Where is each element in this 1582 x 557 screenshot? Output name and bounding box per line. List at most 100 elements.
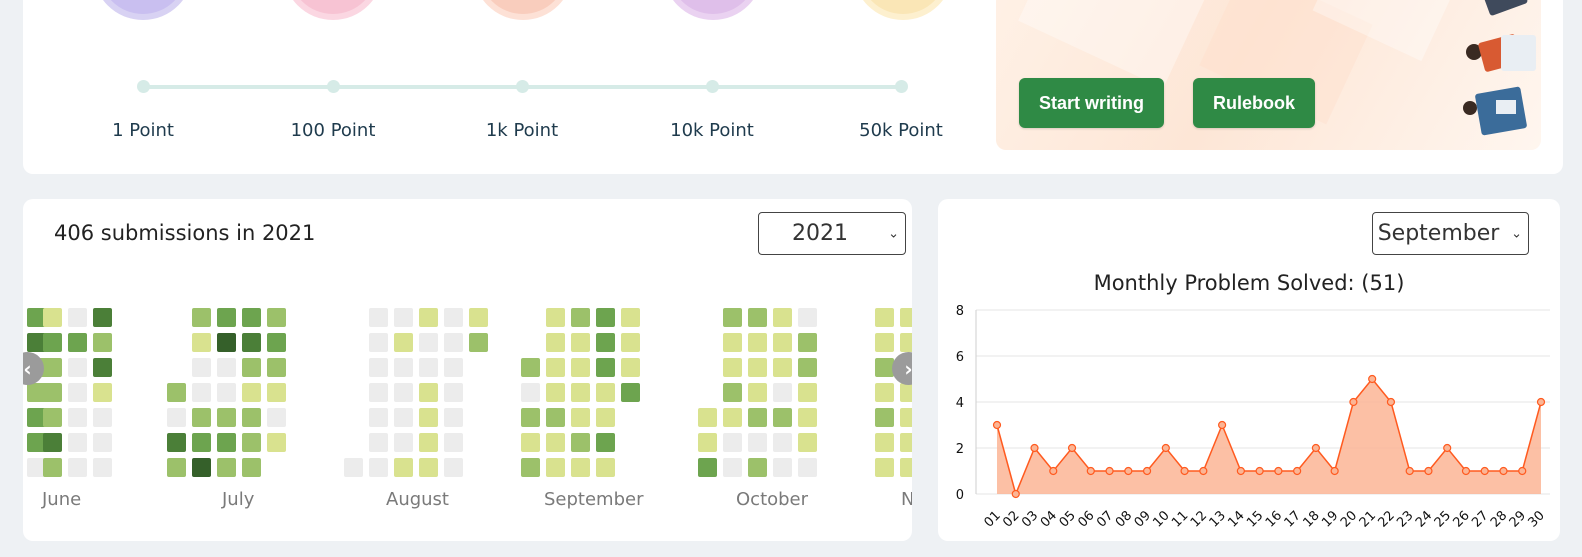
heatmap-cell[interactable] <box>546 383 565 402</box>
rulebook-button[interactable]: Rulebook <box>1193 78 1316 128</box>
heatmap-cell[interactable] <box>521 433 540 452</box>
heatmap-cell[interactable] <box>43 458 62 477</box>
heatmap-cell[interactable] <box>571 308 590 327</box>
heatmap-cell[interactable] <box>394 308 413 327</box>
heatmap-cell[interactable] <box>798 408 817 427</box>
heatmap-cell[interactable] <box>723 358 742 377</box>
heatmap-cell[interactable] <box>900 308 912 327</box>
heatmap-cell[interactable] <box>217 333 236 352</box>
heatmap-cell[interactable] <box>571 333 590 352</box>
heatmap-cell[interactable] <box>875 408 894 427</box>
heatmap-cell[interactable] <box>723 383 742 402</box>
heatmap-cell[interactable] <box>571 433 590 452</box>
heatmap-cell[interactable] <box>521 408 540 427</box>
heatmap-cell[interactable] <box>723 333 742 352</box>
heatmap-cell[interactable] <box>596 408 615 427</box>
heatmap-cell[interactable] <box>43 358 62 377</box>
heatmap-cell[interactable] <box>444 358 463 377</box>
heatmap-cell[interactable] <box>444 383 463 402</box>
heatmap-cell[interactable] <box>43 308 62 327</box>
heatmap-cell[interactable] <box>748 458 767 477</box>
heatmap-cell[interactable] <box>444 433 463 452</box>
heatmap-cell[interactable] <box>192 358 211 377</box>
heatmap-cell[interactable] <box>546 358 565 377</box>
heatmap-cell[interactable] <box>369 308 388 327</box>
heatmap-cell[interactable] <box>68 433 87 452</box>
heatmap-cell[interactable] <box>369 458 388 477</box>
heatmap-cell[interactable] <box>875 383 894 402</box>
heatmap-cell[interactable] <box>698 458 717 477</box>
heatmap-cell[interactable] <box>242 308 261 327</box>
heatmap-cell[interactable] <box>773 458 792 477</box>
heatmap-cell[interactable] <box>546 458 565 477</box>
heatmap-cell[interactable] <box>748 358 767 377</box>
heatmap-cell[interactable] <box>596 458 615 477</box>
heatmap-cell[interactable] <box>369 358 388 377</box>
heatmap-cell[interactable] <box>723 458 742 477</box>
heatmap-cell[interactable] <box>419 433 438 452</box>
heatmap-cell[interactable] <box>167 408 186 427</box>
heatmap-cell[interactable] <box>798 383 817 402</box>
heatmap-cell[interactable] <box>394 458 413 477</box>
heatmap-cell[interactable] <box>773 308 792 327</box>
heatmap-cell[interactable] <box>875 333 894 352</box>
heatmap-cell[interactable] <box>344 458 363 477</box>
heatmap-cell[interactable] <box>242 333 261 352</box>
heatmap-cell[interactable] <box>571 358 590 377</box>
heatmap-cell[interactable] <box>68 383 87 402</box>
heatmap-cell[interactable] <box>93 358 112 377</box>
heatmap-cell[interactable] <box>43 433 62 452</box>
heatmap-cell[interactable] <box>217 358 236 377</box>
heatmap-cell[interactable] <box>93 308 112 327</box>
heatmap-cell[interactable] <box>798 308 817 327</box>
heatmap-cell[interactable] <box>419 458 438 477</box>
heatmap-cell[interactable] <box>773 333 792 352</box>
heatmap-cell[interactable] <box>167 433 186 452</box>
heatmap-cell[interactable] <box>419 358 438 377</box>
heatmap-cell[interactable] <box>43 383 62 402</box>
heatmap-cell[interactable] <box>242 408 261 427</box>
heatmap-cell[interactable] <box>698 408 717 427</box>
heatmap-cell[interactable] <box>43 333 62 352</box>
heatmap-cell[interactable] <box>773 433 792 452</box>
heatmap-cell[interactable] <box>43 408 62 427</box>
heatmap-cell[interactable] <box>900 383 912 402</box>
heatmap-cell[interactable] <box>369 333 388 352</box>
heatmap-cell[interactable] <box>242 458 261 477</box>
heatmap-cell[interactable] <box>444 308 463 327</box>
heatmap-cell[interactable] <box>93 458 112 477</box>
heatmap-cell[interactable] <box>267 358 286 377</box>
heatmap-cell[interactable] <box>773 383 792 402</box>
heatmap-cell[interactable] <box>217 308 236 327</box>
heatmap-cell[interactable] <box>621 383 640 402</box>
heatmap-cell[interactable] <box>698 433 717 452</box>
heatmap-cell[interactable] <box>217 458 236 477</box>
heatmap-cell[interactable] <box>419 383 438 402</box>
heatmap-cell[interactable] <box>167 383 186 402</box>
heatmap-cell[interactable] <box>369 383 388 402</box>
heatmap-cell[interactable] <box>596 308 615 327</box>
heatmap-cell[interactable] <box>521 358 540 377</box>
heatmap-cell[interactable] <box>596 358 615 377</box>
heatmap-cell[interactable] <box>93 333 112 352</box>
heatmap-cell[interactable] <box>521 383 540 402</box>
heatmap-cell[interactable] <box>192 308 211 327</box>
heatmap-cell[interactable] <box>748 333 767 352</box>
heatmap-cell[interactable] <box>773 358 792 377</box>
heatmap-cell[interactable] <box>217 408 236 427</box>
heatmap-cell[interactable] <box>798 458 817 477</box>
heatmap-cell[interactable] <box>798 333 817 352</box>
heatmap-cell[interactable] <box>798 433 817 452</box>
heatmap-cell[interactable] <box>68 333 87 352</box>
heatmap-cell[interactable] <box>875 458 894 477</box>
heatmap-cell[interactable] <box>242 358 261 377</box>
heatmap-cell[interactable] <box>93 383 112 402</box>
heatmap-cell[interactable] <box>723 408 742 427</box>
heatmap-cell[interactable] <box>546 333 565 352</box>
heatmap-cell[interactable] <box>267 308 286 327</box>
heatmap-cell[interactable] <box>748 308 767 327</box>
heatmap-cell[interactable] <box>571 408 590 427</box>
heatmap-cell[interactable] <box>596 383 615 402</box>
heatmap-cell[interactable] <box>900 408 912 427</box>
heatmap-cell[interactable] <box>267 433 286 452</box>
